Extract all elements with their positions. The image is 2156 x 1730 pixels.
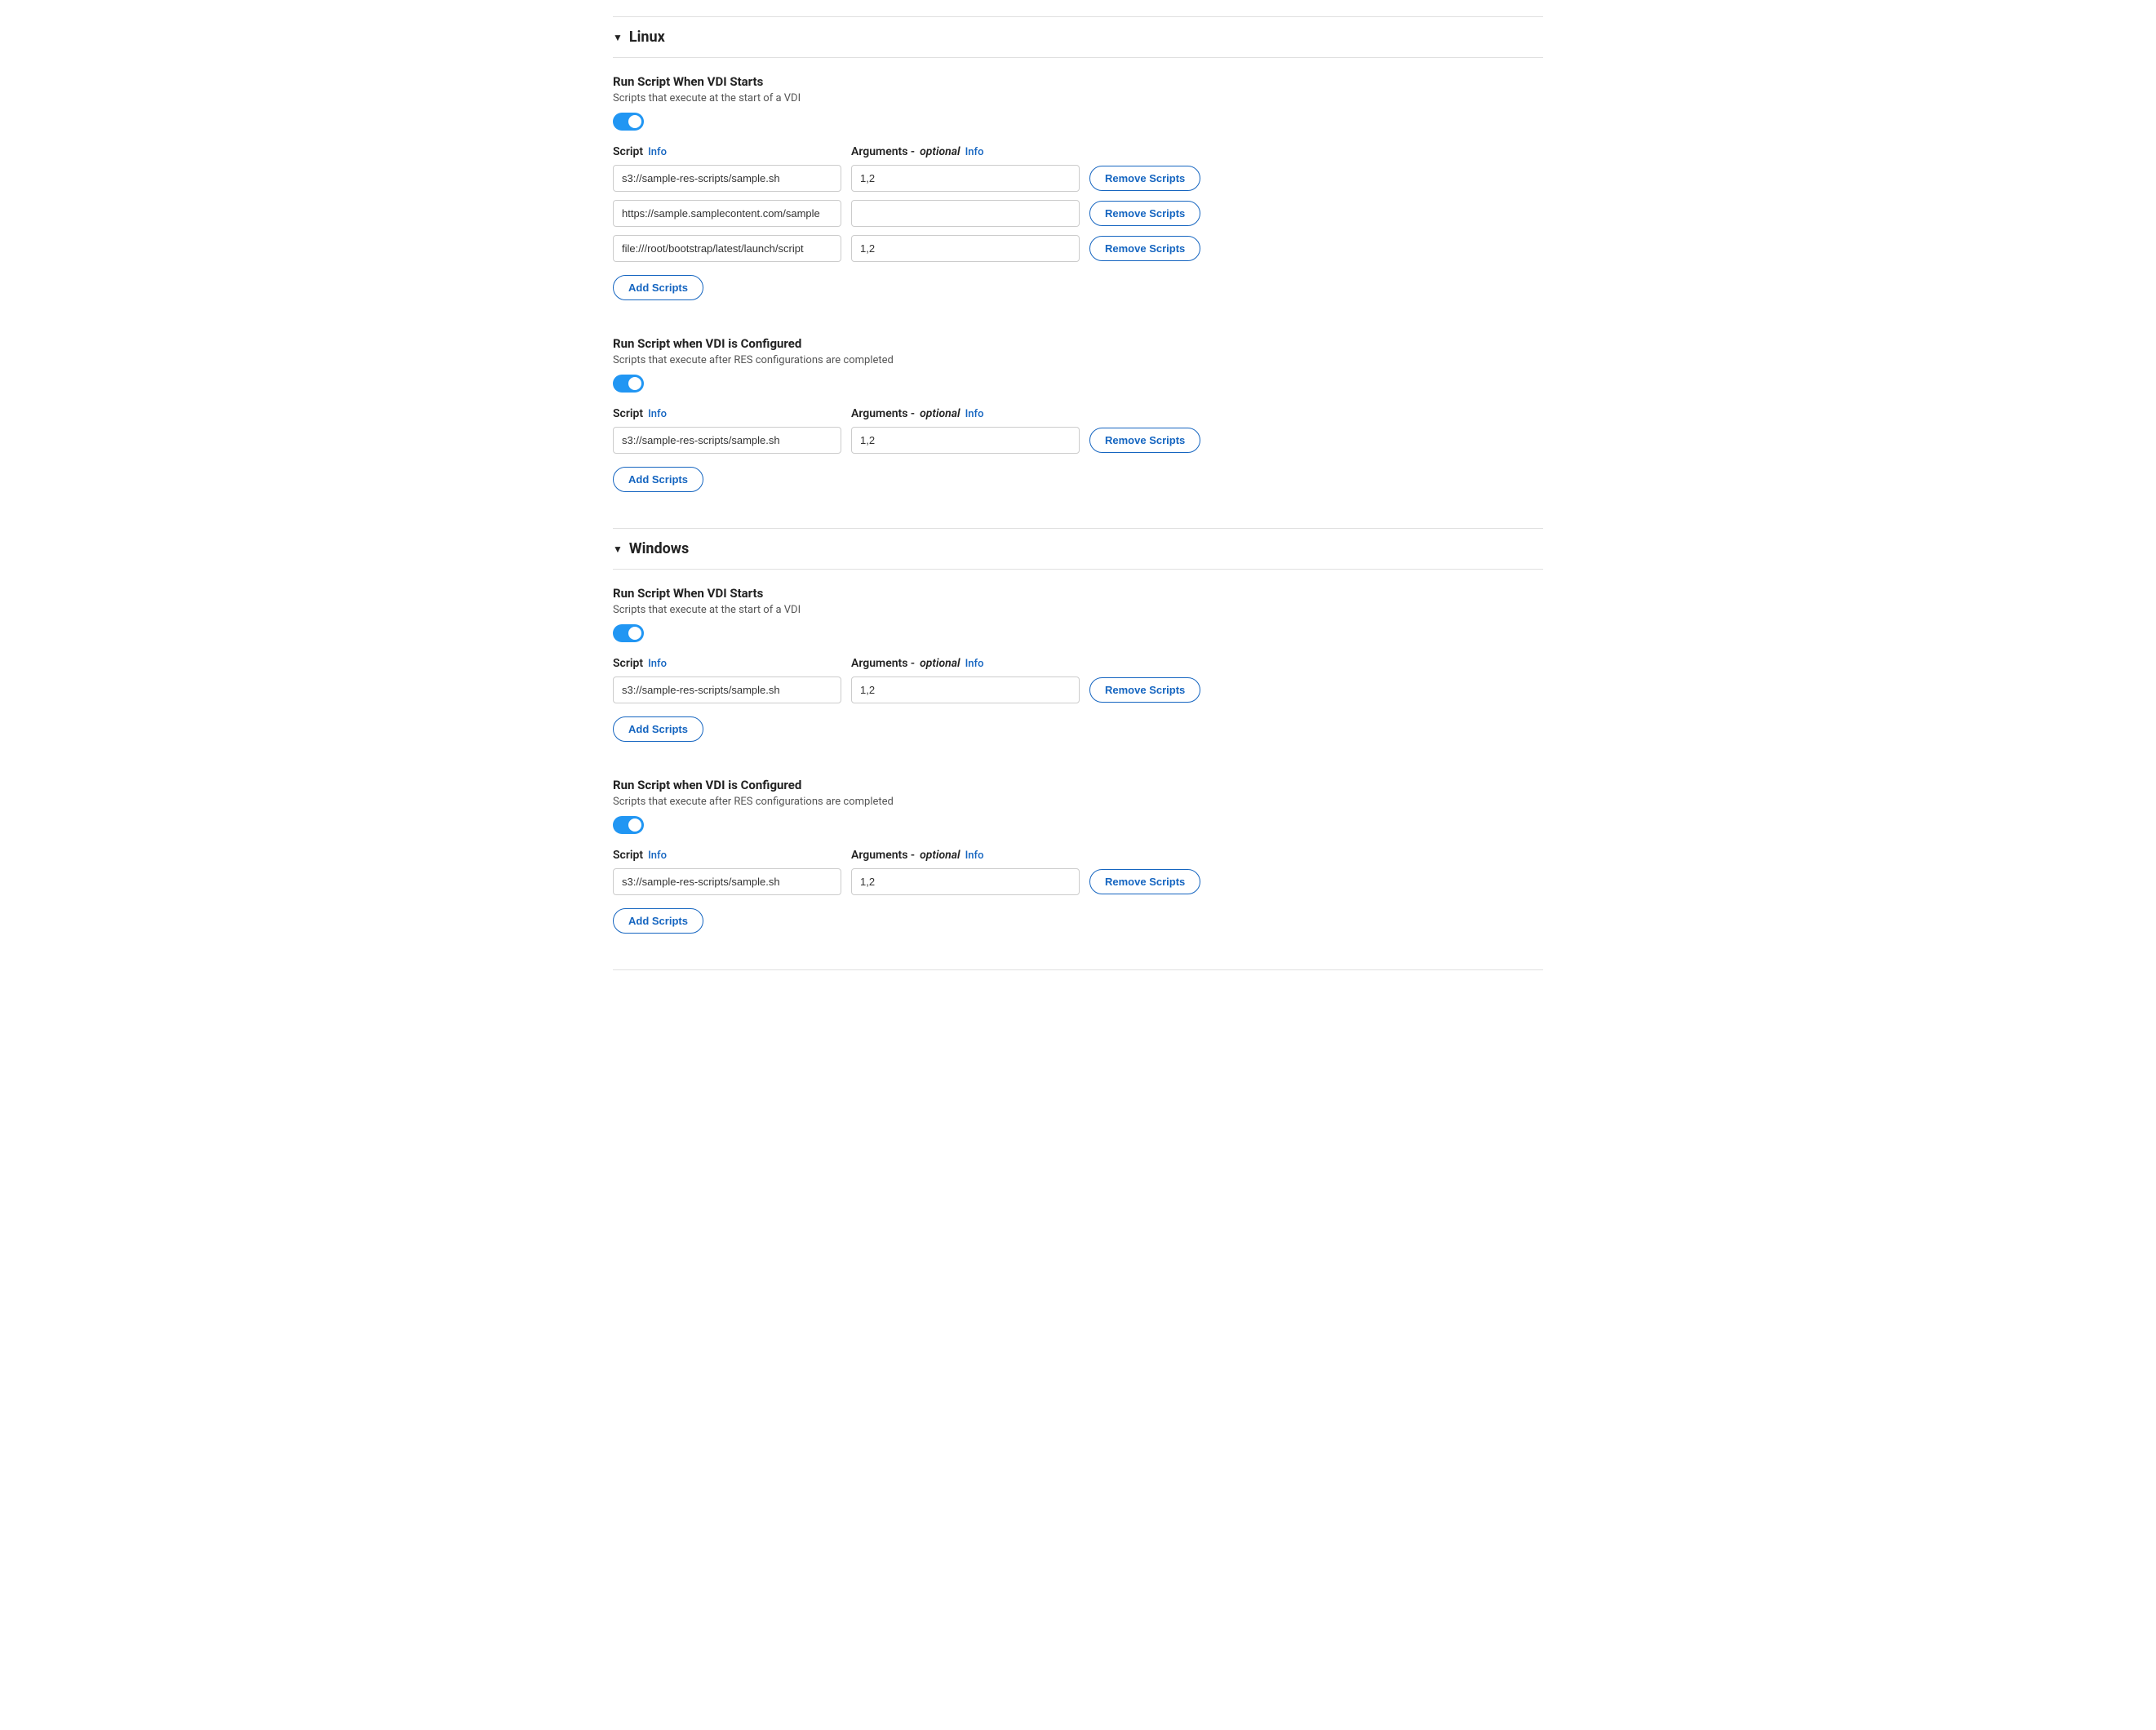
windows-vdi-starts-args-optional: optional bbox=[920, 657, 960, 670]
linux-vdi-starts-script-input-1[interactable] bbox=[613, 200, 841, 227]
linux-vdi-starts-script-label-group: Script Info bbox=[613, 145, 841, 158]
windows-vdi-starts-args-info[interactable]: Info bbox=[965, 658, 984, 670]
linux-vdi-configured: Run Script when VDI is Configured Script… bbox=[613, 336, 1543, 508]
linux-vdi-configured-script-label-group: Script Info bbox=[613, 407, 841, 420]
linux-vdi-starts-script-info[interactable]: Info bbox=[648, 146, 667, 158]
windows-section-label: Windows bbox=[629, 540, 689, 557]
linux-vdi-configured-toggle-slider bbox=[613, 375, 644, 393]
windows-vdi-configured-title: Run Script when VDI is Configured bbox=[613, 778, 1543, 792]
windows-vdi-starts-field-labels: Script Info Arguments - optional Info bbox=[613, 657, 1543, 670]
windows-vdi-configured-field-labels: Script Info Arguments - optional Info bbox=[613, 849, 1543, 862]
linux-vdi-starts-remove-btn-2[interactable]: Remove Scripts bbox=[1089, 236, 1200, 261]
windows-vdi-configured-script-label: Script bbox=[613, 849, 643, 862]
windows-vdi-starts-desc: Scripts that execute at the start of a V… bbox=[613, 604, 1543, 616]
linux-vdi-configured-script-input-0[interactable] bbox=[613, 427, 841, 454]
linux-vdi-starts-title: Run Script When VDI Starts bbox=[613, 74, 1543, 89]
linux-vdi-starts-toggle-wrap bbox=[613, 113, 1543, 134]
linux-vdi-configured-args-label: Arguments - bbox=[851, 407, 915, 420]
page-container: ▼ Linux Run Script When VDI Starts Scrip… bbox=[588, 0, 1568, 1003]
linux-vdi-starts-add-btn[interactable]: Add Scripts bbox=[613, 275, 703, 300]
windows-vdi-starts-script-info[interactable]: Info bbox=[648, 658, 667, 670]
windows-vdi-configured-script-info[interactable]: Info bbox=[648, 849, 667, 862]
windows-vdi-configured: Run Script when VDI is Configured Script… bbox=[613, 778, 1543, 950]
windows-vdi-starts-script-row-0: Remove Scripts bbox=[613, 676, 1543, 703]
linux-vdi-starts-script-label: Script bbox=[613, 145, 643, 158]
windows-vdi-starts: Run Script When VDI Starts Scripts that … bbox=[613, 586, 1543, 758]
linux-vdi-starts-toggle[interactable] bbox=[613, 113, 644, 131]
windows-vdi-starts-script-label: Script bbox=[613, 657, 643, 670]
linux-vdi-starts-desc: Scripts that execute at the start of a V… bbox=[613, 92, 1543, 104]
windows-vdi-configured-remove-btn-0[interactable]: Remove Scripts bbox=[1089, 869, 1200, 894]
linux-vdi-starts-field-labels: Script Info Arguments - optional Info bbox=[613, 145, 1543, 158]
windows-vdi-configured-args-label-group: Arguments - optional Info bbox=[851, 849, 1543, 862]
windows-vdi-configured-args-label: Arguments - bbox=[851, 849, 915, 862]
windows-vdi-configured-args-info[interactable]: Info bbox=[965, 849, 984, 862]
linux-vdi-starts-script-input-2[interactable] bbox=[613, 235, 841, 262]
windows-vdi-configured-script-label-group: Script Info bbox=[613, 849, 841, 862]
linux-vdi-configured-args-info[interactable]: Info bbox=[965, 408, 984, 420]
windows-vdi-starts-args-label-group: Arguments - optional Info bbox=[851, 657, 1543, 670]
windows-vdi-configured-toggle[interactable] bbox=[613, 816, 644, 834]
windows-vdi-starts-add-btn[interactable]: Add Scripts bbox=[613, 716, 703, 742]
windows-vdi-starts-toggle-wrap bbox=[613, 624, 1543, 645]
linux-vdi-starts-toggle-slider bbox=[613, 113, 644, 131]
windows-vdi-starts-script-label-group: Script Info bbox=[613, 657, 841, 670]
windows-vdi-configured-args-input-0[interactable] bbox=[851, 868, 1080, 895]
linux-vdi-configured-script-label: Script bbox=[613, 407, 643, 420]
windows-arrow-icon: ▼ bbox=[613, 543, 623, 555]
linux-vdi-starts-remove-btn-0[interactable]: Remove Scripts bbox=[1089, 166, 1200, 191]
windows-vdi-starts-remove-btn-0[interactable]: Remove Scripts bbox=[1089, 677, 1200, 703]
windows-vdi-configured-desc: Scripts that execute after RES configura… bbox=[613, 796, 1543, 808]
linux-vdi-configured-remove-btn-0[interactable]: Remove Scripts bbox=[1089, 428, 1200, 453]
linux-vdi-starts-script-row-0: Remove Scripts bbox=[613, 165, 1543, 192]
linux-vdi-configured-toggle-wrap bbox=[613, 375, 1543, 396]
linux-vdi-configured-script-info[interactable]: Info bbox=[648, 408, 667, 420]
linux-vdi-configured-script-row-0: Remove Scripts bbox=[613, 427, 1543, 454]
linux-vdi-configured-add-btn[interactable]: Add Scripts bbox=[613, 467, 703, 492]
windows-vdi-configured-script-input-0[interactable] bbox=[613, 868, 841, 895]
linux-vdi-starts-script-row-2: Remove Scripts bbox=[613, 235, 1543, 262]
windows-section-header: ▼ Windows bbox=[613, 528, 1543, 570]
linux-vdi-starts-args-label-group: Arguments - optional Info bbox=[851, 145, 1543, 158]
linux-vdi-configured-args-label-group: Arguments - optional Info bbox=[851, 407, 1543, 420]
windows-vdi-configured-toggle-slider bbox=[613, 816, 644, 834]
windows-vdi-starts-args-input-0[interactable] bbox=[851, 676, 1080, 703]
windows-vdi-configured-args-optional: optional bbox=[920, 849, 960, 862]
linux-vdi-configured-desc: Scripts that execute after RES configura… bbox=[613, 354, 1543, 366]
linux-section-label: Linux bbox=[629, 29, 665, 46]
linux-vdi-starts-args-optional: optional bbox=[920, 145, 960, 158]
windows-vdi-starts-title: Run Script When VDI Starts bbox=[613, 586, 1543, 601]
linux-vdi-starts-script-input-0[interactable] bbox=[613, 165, 841, 192]
windows-vdi-starts-toggle-slider bbox=[613, 624, 644, 642]
windows-vdi-starts-toggle[interactable] bbox=[613, 624, 644, 642]
linux-vdi-starts-args-input-0[interactable] bbox=[851, 165, 1080, 192]
linux-vdi-starts-args-input-2[interactable] bbox=[851, 235, 1080, 262]
linux-section-header: ▼ Linux bbox=[613, 16, 1543, 58]
bottom-separator bbox=[613, 969, 1543, 970]
windows-vdi-configured-toggle-wrap bbox=[613, 816, 1543, 837]
linux-vdi-configured-field-labels: Script Info Arguments - optional Info bbox=[613, 407, 1543, 420]
linux-vdi-configured-title: Run Script when VDI is Configured bbox=[613, 336, 1543, 351]
windows-vdi-configured-add-btn[interactable]: Add Scripts bbox=[613, 908, 703, 934]
linux-vdi-starts: Run Script When VDI Starts Scripts that … bbox=[613, 74, 1543, 317]
linux-arrow-icon: ▼ bbox=[613, 32, 623, 43]
linux-vdi-starts-script-row-1: Remove Scripts bbox=[613, 200, 1543, 227]
windows-vdi-starts-script-input-0[interactable] bbox=[613, 676, 841, 703]
linux-vdi-starts-args-label: Arguments - bbox=[851, 145, 915, 158]
linux-vdi-configured-args-optional: optional bbox=[920, 407, 960, 420]
linux-vdi-configured-toggle[interactable] bbox=[613, 375, 644, 393]
windows-vdi-starts-args-label: Arguments - bbox=[851, 657, 915, 670]
linux-vdi-starts-remove-btn-1[interactable]: Remove Scripts bbox=[1089, 201, 1200, 226]
linux-vdi-starts-args-info[interactable]: Info bbox=[965, 146, 984, 158]
linux-vdi-configured-args-input-0[interactable] bbox=[851, 427, 1080, 454]
windows-vdi-configured-script-row-0: Remove Scripts bbox=[613, 868, 1543, 895]
linux-vdi-starts-args-input-1[interactable] bbox=[851, 200, 1080, 227]
